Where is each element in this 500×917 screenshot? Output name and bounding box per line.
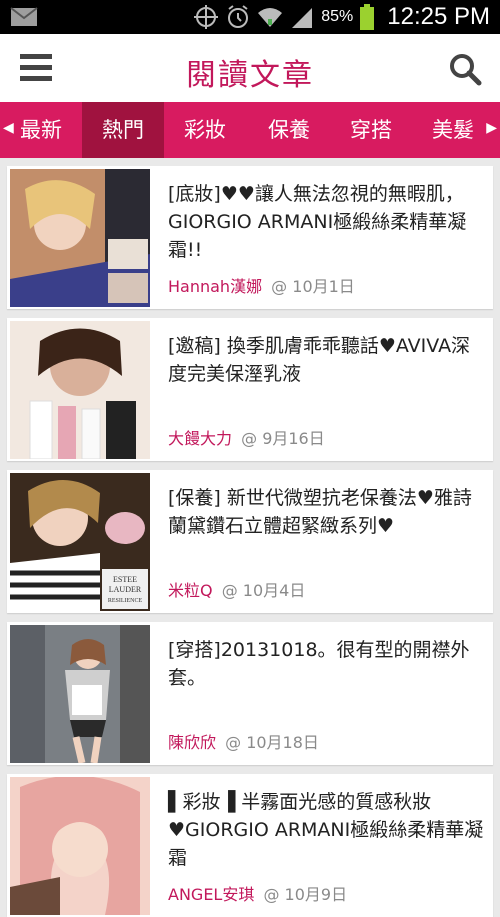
scroll-right-icon[interactable]: ▶ — [486, 120, 497, 136]
crosshair-icon — [194, 5, 219, 29]
article-thumbnail — [10, 777, 150, 915]
tab-hair[interactable]: 美髮 — [412, 102, 494, 158]
article-card[interactable]: [邀稿] 換季肌膚乖乖聽話♥AVIVA深度完美保溼乳液 大饅大力 @ 9月16日 — [7, 318, 493, 461]
article-meta: 米粒Q @ 10月4日 — [168, 577, 305, 601]
search-icon[interactable] — [448, 52, 482, 86]
article-author[interactable]: 大饅大力 — [168, 429, 232, 448]
tab-latest[interactable]: 最新 — [0, 102, 82, 158]
article-title: [邀稿] 換季肌膚乖乖聽話♥AVIVA深度完美保溼乳液 — [168, 335, 471, 385]
article-thumbnail: ESTEE LAUDER RESILIENCE — [10, 473, 150, 611]
article-title: [穿搭]20131018。很有型的開襟外套。 — [168, 639, 470, 689]
battery-percent: 85% — [321, 8, 354, 25]
battery-icon — [360, 4, 375, 30]
page-title: 閱讀文章 — [186, 58, 314, 93]
thumb-brand-text: ESTEE — [113, 575, 137, 584]
status-bar: 85% 12:25 PM — [0, 0, 500, 34]
article-date: @ 10月9日 — [263, 885, 348, 904]
article-meta: Hannah漢娜 @ 10月1日 — [168, 273, 355, 297]
article-thumbnail — [10, 169, 150, 307]
article-meta: 陳欣欣 @ 10月18日 — [168, 729, 319, 753]
article-title: ▌彩妝▐ 半霧面光感的質感秋妝♥GIORGIO ARMANI極緞絲柔精華凝霜 — [168, 791, 484, 869]
email-notification-icon — [10, 7, 38, 26]
tab-outfit[interactable]: 穿搭 — [330, 102, 412, 158]
wifi-icon — [258, 8, 283, 27]
article-author[interactable]: 陳欣欣 — [168, 733, 216, 752]
article-thumbnail — [10, 625, 150, 763]
article-meta: ANGEL安琪 @ 10月9日 — [168, 881, 347, 905]
alarm-icon — [228, 5, 249, 28]
thumb-brand-text: RESILIENCE — [108, 598, 143, 604]
category-tabs: ◀ 最新 熱門 彩妝 保養 穿搭 美髮 ▶ — [0, 102, 500, 158]
article-date: @ 10月1日 — [271, 277, 355, 296]
article-card[interactable]: ▌彩妝▐ 半霧面光感的質感秋妝♥GIORGIO ARMANI極緞絲柔精華凝霜 A… — [7, 774, 493, 917]
article-date: @ 9月16日 — [241, 429, 325, 448]
article-title: [底妝]♥♥讓人無法忽視的無暇肌，GIORGIO ARMANI極緞絲柔精華凝霜!… — [168, 183, 467, 261]
article-title: [保養] 新世代微塑抗老保養法♥雅詩蘭黛鑽石立體超緊緻系列♥ — [168, 487, 472, 537]
article-author[interactable]: ANGEL安琪 — [168, 885, 254, 904]
tab-skincare[interactable]: 保養 — [248, 102, 330, 158]
clock: 12:25 PM — [387, 3, 490, 30]
article-card[interactable]: ESTEE LAUDER RESILIENCE [保養] 新世代微塑抗老保養法♥… — [7, 470, 493, 613]
article-date: @ 10月4日 — [221, 581, 306, 600]
article-date: @ 10月18日 — [225, 733, 319, 752]
article-meta: 大饅大力 @ 9月16日 — [168, 425, 325, 449]
article-author[interactable]: 米粒Q — [168, 581, 213, 600]
tab-popular[interactable]: 熱門 — [82, 102, 164, 158]
article-card[interactable]: [穿搭]20131018。很有型的開襟外套。 陳欣欣 @ 10月18日 — [7, 622, 493, 765]
article-thumbnail — [10, 321, 150, 459]
signal-icon — [292, 8, 313, 28]
app-header: 閱讀文章 — [0, 34, 500, 103]
article-card[interactable]: [底妝]♥♥讓人無法忽視的無暇肌，GIORGIO ARMANI極緞絲柔精華凝霜!… — [7, 166, 493, 309]
article-author[interactable]: Hannah漢娜 — [168, 277, 262, 296]
thumb-brand-text: LAUDER — [109, 585, 142, 594]
tab-makeup[interactable]: 彩妝 — [164, 102, 246, 158]
